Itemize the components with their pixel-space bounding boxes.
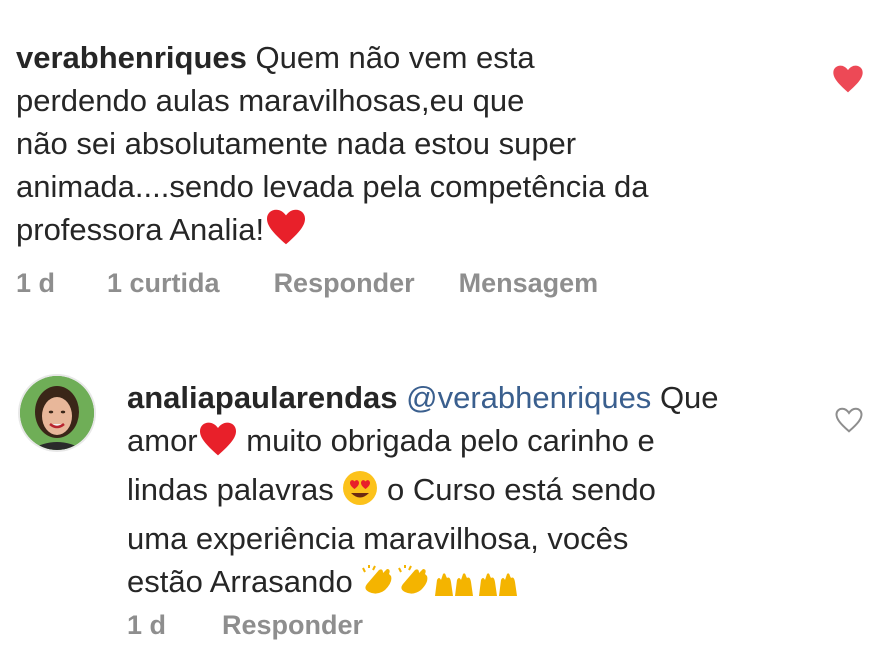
comment-meta: 1 d 1 curtida Responder Mensagem — [16, 268, 598, 299]
heart-outline-icon — [835, 407, 863, 433]
clapping-hands-emoji — [361, 564, 397, 609]
avatar[interactable] — [20, 376, 94, 450]
comment-line: o Curso está sendo — [387, 472, 656, 507]
comment-line: animada....sendo levada pela competência… — [16, 169, 649, 204]
message-button[interactable]: Mensagem — [459, 268, 599, 299]
heart-filled-icon — [833, 65, 863, 93]
comment-line: estão Arrasando — [127, 564, 353, 599]
likes-count[interactable]: 1 curtida — [107, 268, 220, 299]
red-heart-emoji — [264, 208, 308, 257]
mention-link[interactable]: @verabhenriques — [406, 380, 651, 415]
comment-time: 1 d — [16, 268, 56, 298]
comment-username[interactable]: analiapaularendas — [127, 380, 398, 415]
raising-hands-emoji — [477, 566, 521, 609]
comment-line: Que — [659, 380, 719, 415]
comment-line: não sei absolutamente nada estou super — [16, 126, 577, 161]
comment-meta: 1 d Responder — [127, 610, 363, 641]
like-button[interactable] — [832, 64, 864, 99]
comment-line: muito obrigada pelo carinho e — [246, 423, 655, 458]
clapping-hands-emoji — [397, 564, 433, 609]
reply-button[interactable]: Responder — [274, 268, 415, 299]
heart-eyes-emoji — [342, 470, 378, 517]
comment-text: verabhenriques Quem não vem esta perdend… — [16, 36, 816, 257]
comment-username[interactable]: verabhenriques — [16, 40, 247, 75]
comment-line: perdendo aulas maravilhosas,eu que — [16, 83, 525, 118]
reply-button[interactable]: Responder — [222, 610, 363, 641]
comment-time: 1 d — [127, 610, 167, 640]
raising-hands-emoji — [433, 566, 477, 609]
red-heart-emoji — [198, 421, 238, 468]
comment-line: Quem não vem esta — [255, 40, 535, 75]
like-button[interactable] — [834, 406, 864, 439]
comment-line: lindas palavras — [127, 472, 334, 507]
comment-line: amor — [127, 423, 198, 458]
comment-text: analiapaularendas @verabhenriques Que am… — [127, 376, 827, 609]
comment-line: professora Analia! — [16, 212, 265, 247]
comment-line: uma experiência maravilhosa, vocês — [127, 521, 629, 556]
